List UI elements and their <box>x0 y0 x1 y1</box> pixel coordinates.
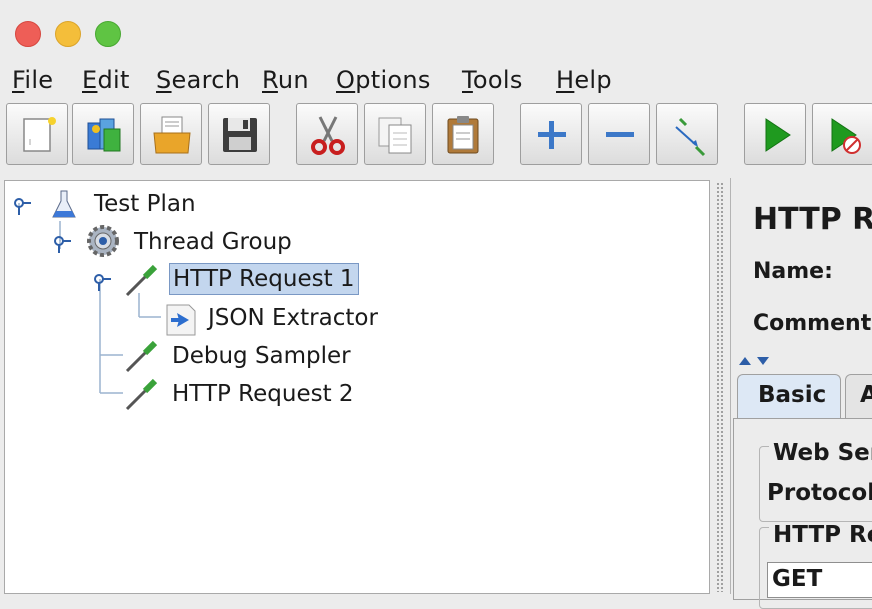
new-icon <box>23 117 56 152</box>
templates-icon <box>87 118 121 152</box>
editor-title: HTTP R <box>753 202 872 237</box>
start-no-pauses-button[interactable] <box>812 103 872 165</box>
tree-node-label: Thread Group <box>134 229 292 255</box>
splitter-grip <box>716 182 724 592</box>
http-request-group-title: HTTP Re <box>769 522 872 548</box>
open-icon <box>153 116 191 154</box>
zoom-window-button[interactable] <box>95 21 121 47</box>
sampler-pipette-icon <box>125 378 158 411</box>
collapse-icon <box>606 132 634 137</box>
start-no-pauses-icon <box>831 118 861 154</box>
method-value: GET <box>772 566 823 592</box>
tree-node-label: Test Plan <box>94 191 196 217</box>
collapse-all-button[interactable] <box>588 103 650 165</box>
menu-bar: File Edit Search Run Options Tools Help <box>0 60 872 100</box>
window-title-bar <box>0 0 872 60</box>
save-icon <box>223 118 257 152</box>
toggle-icon <box>675 117 706 157</box>
open-button[interactable] <box>140 103 202 165</box>
method-select[interactable]: GET <box>767 562 872 598</box>
name-label: Name: <box>753 259 833 284</box>
editor-tabs: Basic A <box>737 374 872 420</box>
post-processor-icon <box>166 304 196 336</box>
toggle-button[interactable] <box>656 103 718 165</box>
start-icon <box>765 118 791 152</box>
start-button[interactable] <box>744 103 806 165</box>
menu-search[interactable]: Search <box>156 64 240 96</box>
menu-tools[interactable]: Tools <box>462 64 523 96</box>
copy-icon <box>378 117 412 154</box>
collapse-expand-arrows-icon[interactable] <box>737 355 777 367</box>
split-pane-divider[interactable] <box>710 176 730 594</box>
close-window-button[interactable] <box>15 21 41 47</box>
expand-all-button[interactable] <box>520 103 582 165</box>
tab-advanced[interactable]: A <box>845 374 872 418</box>
comments-label: Comment <box>753 311 872 336</box>
toolbar <box>0 100 872 172</box>
sampler-pipette-icon <box>94 264 158 297</box>
protocol-label: Protocol <box>767 480 872 506</box>
expand-icon <box>538 121 566 149</box>
tree-node-label: HTTP Request 1 <box>169 263 359 295</box>
test-plan-tree[interactable]: Test Plan Thread Group HTTP Request 1 JS… <box>4 180 710 594</box>
menu-file[interactable]: File <box>12 64 53 96</box>
tab-basic[interactable]: Basic <box>737 374 841 418</box>
tree-node-label: Debug Sampler <box>172 343 351 369</box>
save-button[interactable] <box>208 103 270 165</box>
menu-options[interactable]: Options <box>336 64 431 96</box>
sampler-editor-panel: HTTP R Name: Comment Basic A Web Ser Pro… <box>730 178 872 609</box>
cut-icon <box>311 116 345 155</box>
paste-button[interactable] <box>432 103 494 165</box>
templates-button[interactable] <box>72 103 134 165</box>
minimize-window-button[interactable] <box>55 21 81 47</box>
web-server-group-title: Web Ser <box>769 440 872 466</box>
thread-group-gear-icon <box>54 225 119 257</box>
menu-help[interactable]: Help <box>556 64 612 96</box>
new-button[interactable] <box>6 103 68 165</box>
paste-icon <box>447 116 479 154</box>
tree-node-label: JSON Extractor <box>208 305 378 331</box>
menu-edit[interactable]: Edit <box>82 64 130 96</box>
tree-node-label: HTTP Request 2 <box>172 381 354 407</box>
sampler-pipette-icon <box>125 340 158 373</box>
cut-button[interactable] <box>296 103 358 165</box>
test-plan-flask-icon <box>14 190 76 218</box>
menu-run[interactable]: Run <box>262 64 309 96</box>
copy-button[interactable] <box>364 103 426 165</box>
